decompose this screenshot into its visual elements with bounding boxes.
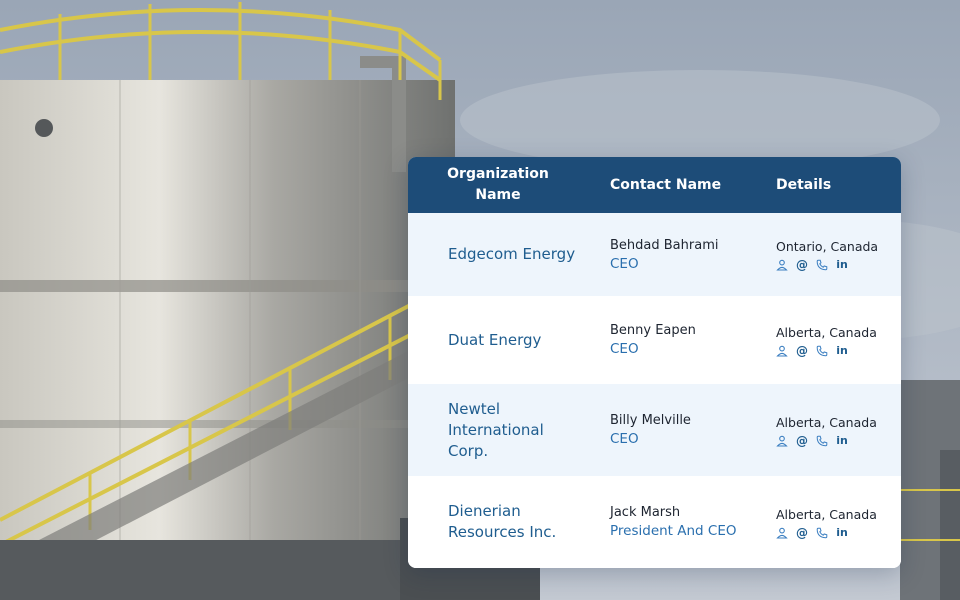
- contact-name: Benny Eapen: [610, 323, 696, 338]
- column-header-details[interactable]: Details: [776, 157, 886, 213]
- contact-icons: @ in: [776, 259, 898, 271]
- contact-title: CEO: [610, 255, 639, 272]
- contacts-table-card: Organization Name Contact Name Details E…: [408, 157, 901, 568]
- table-row[interactable]: Dienerian Resources Inc. Jack Marsh Pres…: [408, 476, 901, 568]
- table-row[interactable]: Newtel International Corp. Billy Melvill…: [408, 384, 901, 476]
- linkedin-icon[interactable]: in: [836, 344, 848, 357]
- column-header-contact[interactable]: Contact Name: [610, 157, 750, 213]
- phone-icon[interactable]: [816, 527, 828, 539]
- organization-name[interactable]: Newtel International Corp.: [448, 399, 578, 462]
- email-icon[interactable]: @: [796, 345, 808, 357]
- contact-title: CEO: [610, 431, 639, 447]
- linkedin-icon[interactable]: in: [836, 434, 848, 447]
- contact-name: Billy Melville: [610, 413, 691, 428]
- email-icon[interactable]: @: [796, 527, 808, 539]
- table-row[interactable]: Duat Energy Benny Eapen CEO Alberta, Can…: [408, 296, 901, 384]
- linkedin-icon[interactable]: in: [836, 259, 848, 271]
- column-header-organization[interactable]: Organization Name: [436, 157, 560, 213]
- phone-icon[interactable]: [816, 259, 828, 271]
- contact-name: Behdad Bahrami: [610, 237, 719, 253]
- table-row[interactable]: Edgecom Energy Behdad Bahrami CEO Ontari…: [408, 213, 901, 296]
- email-icon[interactable]: @: [796, 435, 808, 447]
- email-icon[interactable]: @: [796, 259, 808, 271]
- contact-name: Jack Marsh: [610, 505, 681, 520]
- phone-icon[interactable]: [816, 345, 828, 357]
- linkedin-icon[interactable]: in: [836, 526, 848, 539]
- organization-name[interactable]: Duat Energy: [448, 330, 598, 351]
- contact-icons: @ in: [776, 434, 898, 447]
- organization-name[interactable]: Edgecom Energy: [448, 244, 598, 265]
- location-text: Alberta, Canada: [776, 506, 877, 522]
- contact-icons: @ in: [776, 344, 898, 357]
- person-icon[interactable]: [776, 435, 788, 447]
- person-icon[interactable]: [776, 259, 788, 271]
- contact-title: President And CEO: [610, 523, 737, 539]
- phone-icon[interactable]: [816, 435, 828, 447]
- person-icon[interactable]: [776, 345, 788, 357]
- table-header: Organization Name Contact Name Details: [408, 157, 901, 213]
- organization-name[interactable]: Dienerian Resources Inc.: [448, 501, 568, 543]
- person-icon[interactable]: [776, 527, 788, 539]
- contact-icons: @ in: [776, 526, 898, 539]
- contact-title: CEO: [610, 341, 639, 357]
- location-text: Alberta, Canada: [776, 324, 877, 340]
- location-text: Ontario, Canada: [776, 239, 879, 254]
- location-text: Alberta, Canada: [776, 414, 877, 430]
